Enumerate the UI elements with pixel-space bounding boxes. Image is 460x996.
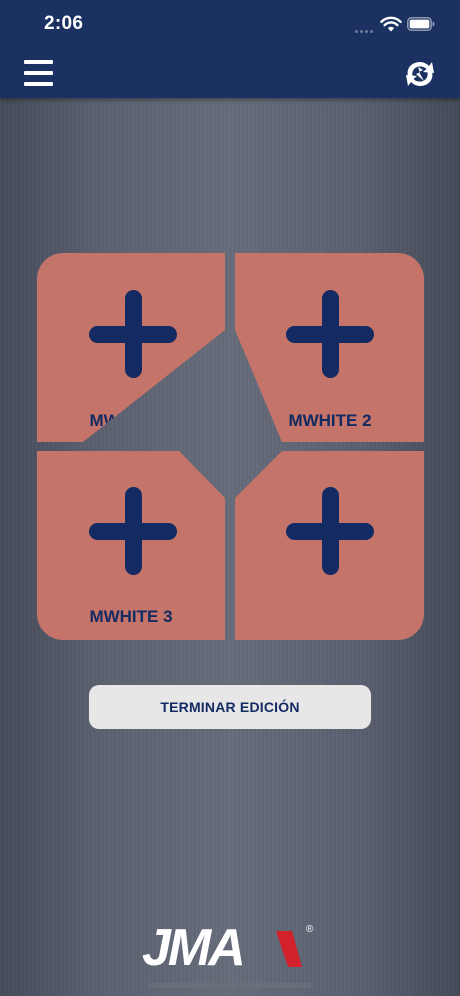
registered-mark: ®	[306, 924, 314, 935]
app-header: 2:06	[0, 0, 460, 98]
wifi-icon	[380, 16, 402, 32]
finish-editing-button[interactable]: TERMINAR EDICIÓN	[89, 685, 371, 729]
status-bar: 2:06	[0, 0, 460, 48]
key-slot-4[interactable]	[235, 451, 424, 640]
logo-red-mark	[276, 931, 302, 967]
hamburger-menu-icon[interactable]	[24, 60, 54, 86]
key-slot-3[interactable]: MWHITE 3	[37, 451, 225, 640]
sync-icon[interactable]	[402, 57, 438, 91]
key-slot-1[interactable]: MWHITE 1	[37, 253, 225, 442]
key-slot-grid: MWHITE 1 MWHITE 2 MWHITE 3	[37, 253, 424, 640]
key-slot-label: MWHITE 3	[89, 607, 173, 626]
logo-text: JMA	[142, 919, 246, 977]
cellular-signal-icon	[355, 25, 375, 33]
brand-logo: JMA ®	[142, 922, 318, 974]
plus-icon	[89, 487, 177, 575]
home-indicator	[148, 983, 312, 988]
status-time: 2:06	[44, 13, 84, 34]
key-slot-2[interactable]: MWHITE 2	[235, 253, 424, 442]
key-slot-label: MWHITE 2	[288, 411, 372, 430]
plus-icon	[286, 290, 374, 378]
battery-icon	[407, 17, 435, 31]
plus-icon	[286, 487, 374, 575]
key-slot-label: MWHITE 1	[89, 411, 173, 430]
plus-icon	[89, 290, 177, 378]
